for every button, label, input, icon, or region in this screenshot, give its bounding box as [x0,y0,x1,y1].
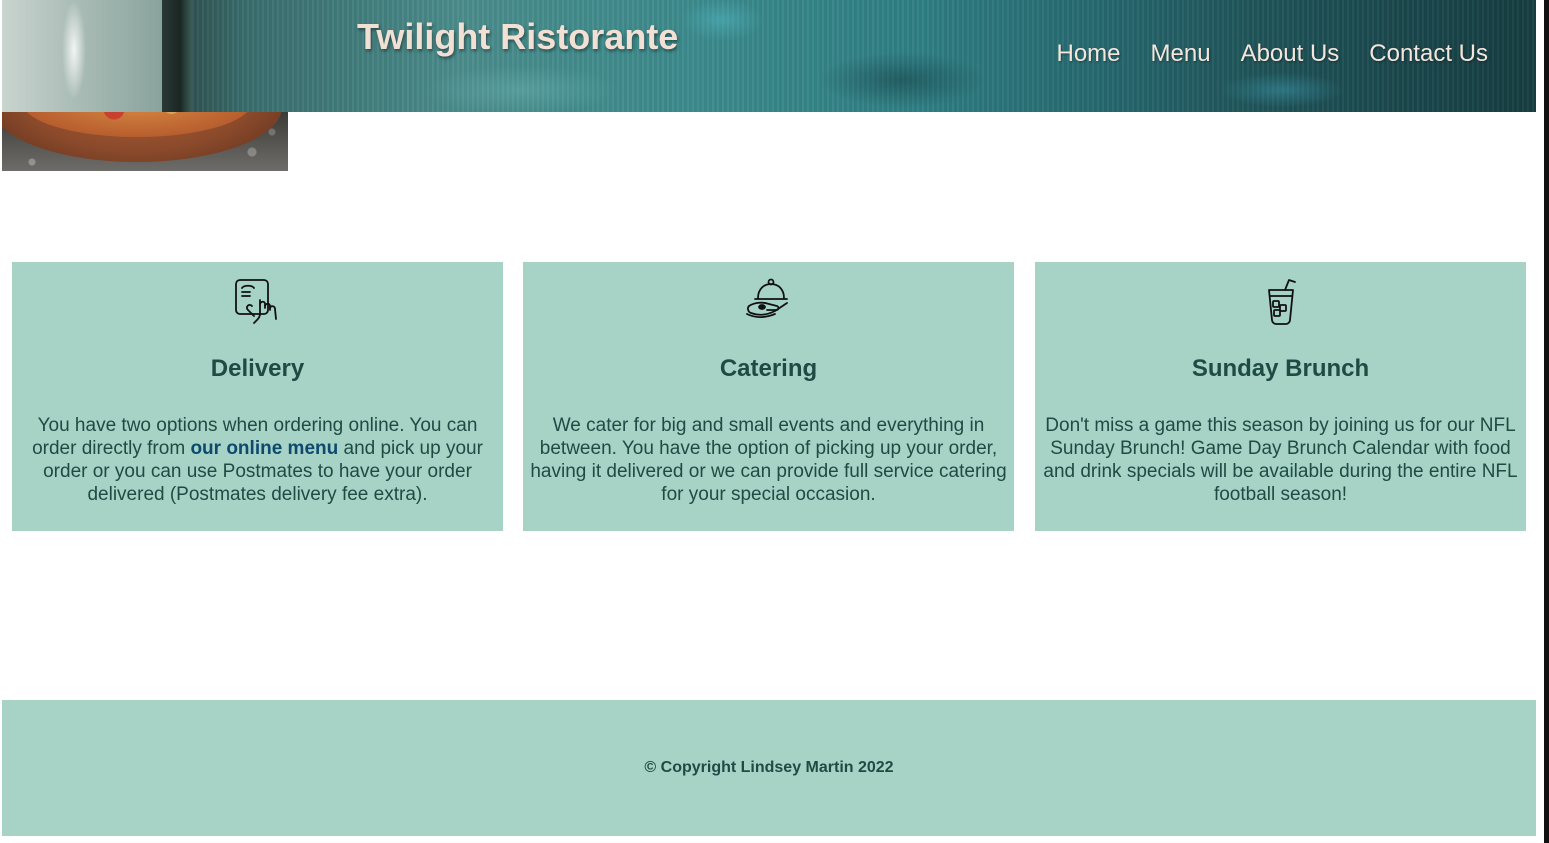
copyright-text: © Copyright Lindsey Martin 2022 [644,759,894,776]
card-title: Sunday Brunch [1191,355,1370,382]
tablet-tap-icon [234,279,277,324]
services-section: Delivery You have two options when order… [12,262,1526,531]
serving-cloche-icon [745,278,788,318]
nav-link-home[interactable]: Home [1056,40,1120,68]
site-title[interactable]: Twilight Ristorante [357,16,678,58]
main-nav: Home Menu About Us Contact Us [1056,40,1488,68]
card-description: Don't miss a game this season by joining… [1043,415,1518,505]
window-edge [1544,0,1549,843]
nav-link-menu[interactable]: Menu [1151,40,1211,68]
nav-link-about-us[interactable]: About Us [1241,40,1340,68]
online-menu-link[interactable]: our online menu [190,438,338,459]
card-title: Catering [719,355,818,382]
card-description: You have two options when ordering onlin… [18,414,497,506]
site-header: Twilight Ristorante Home Menu About Us C… [2,0,1536,112]
header-background-bar [162,0,192,112]
card-description: We cater for big and small events and ev… [530,415,1007,505]
flour-dust [2,112,288,171]
site-footer: © Copyright Lindsey Martin 2022 [2,700,1536,836]
pizza-photo [2,112,288,171]
card-catering: Catering We cater for big and small even… [523,262,1014,531]
card-title: Delivery [210,355,305,382]
nav-link-contact-us[interactable]: Contact Us [1369,40,1488,68]
card-delivery: Delivery You have two options when order… [12,262,503,531]
page: Twilight Ristorante Home Menu About Us C… [0,0,1549,843]
header-highlight [62,0,86,100]
card-sunday-brunch: Sunday Brunch Don't miss a game this sea… [1035,262,1526,531]
iced-drink-icon [1267,279,1296,325]
